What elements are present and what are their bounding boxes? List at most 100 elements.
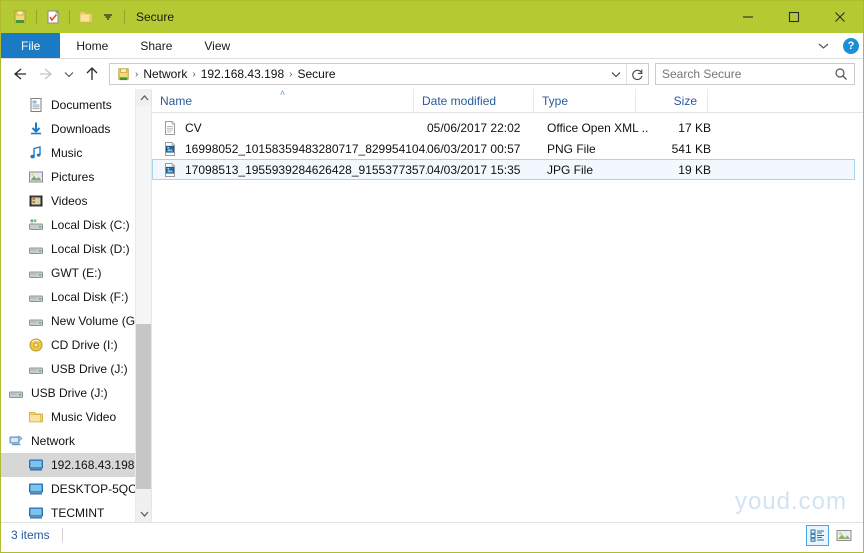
address-field[interactable]: › Network › 192.168.43.198 › Secure — [109, 63, 649, 85]
column-header-name[interactable]: ˄ Name — [152, 89, 414, 113]
tab-home[interactable]: Home — [60, 33, 124, 58]
sidebar-item-label: Documents — [51, 98, 112, 112]
address-dropdown-icon[interactable] — [606, 64, 626, 84]
sidebar-item-network[interactable]: Network — [1, 429, 151, 453]
ribbon-tabs: File Home Share View ? — [1, 33, 863, 59]
sidebar-item-label: Music — [51, 146, 83, 160]
search-box[interactable] — [655, 63, 855, 85]
sidebar-item-cd-drive-i[interactable]: CD Drive (I:) — [1, 333, 151, 357]
sidebar-item-pictures[interactable]: Pictures — [1, 165, 151, 189]
new-folder-icon[interactable] — [75, 6, 97, 28]
up-button[interactable] — [79, 61, 105, 87]
breadcrumb-sep-0: › — [135, 68, 139, 80]
column-header-size-label: Size — [673, 93, 697, 108]
chevron-down-icon[interactable] — [812, 42, 835, 50]
computer-icon — [27, 456, 45, 474]
column-header-name-label: Name — [160, 93, 193, 108]
quick-access-toolbar: Secure — [1, 6, 174, 28]
forward-button[interactable] — [33, 61, 59, 87]
scroll-up-icon[interactable] — [136, 89, 151, 106]
minimize-button[interactable] — [725, 1, 771, 33]
videos-icon — [27, 192, 45, 210]
window-title: Secure — [136, 10, 175, 24]
watermark: youd.com — [734, 488, 847, 515]
status-bar: 3 items — [1, 522, 863, 547]
save-icon[interactable] — [9, 6, 31, 28]
sidebar-item-music[interactable]: Music — [1, 141, 151, 165]
back-button[interactable] — [7, 61, 33, 87]
close-button[interactable] — [817, 1, 863, 33]
tab-file[interactable]: File — [1, 33, 61, 58]
file-date-cell: 04/03/2017 15:35 — [427, 162, 521, 177]
help-icon[interactable]: ? — [843, 38, 859, 54]
search-input[interactable] — [662, 67, 834, 81]
sidebar-item-gwt-e[interactable]: GWT (E:) — [1, 261, 151, 285]
sidebar-item-label: Videos — [51, 194, 88, 208]
sort-ascending-icon: ˄ — [279, 89, 286, 98]
file-name-cell: CV — [185, 120, 202, 135]
maximize-button[interactable] — [771, 1, 817, 33]
file-name-cell: 17098513_1955939284626428_9155377357... — [185, 162, 427, 177]
drive-icon — [27, 240, 45, 258]
recent-locations-button[interactable] — [59, 61, 79, 87]
sidebar-item-label: Network — [31, 434, 76, 448]
breadcrumb-item-host[interactable]: 192.168.43.198 — [198, 67, 287, 81]
sidebar-item-label: DESKTOP-5QCN — [51, 482, 146, 496]
sidebar-item-label: CD Drive (I:) — [51, 338, 118, 352]
sidebar-item-local-disk-c[interactable]: Local Disk (C:) — [1, 213, 151, 237]
sidebar-item-label: USB Drive (J:) — [31, 386, 108, 400]
image-file-icon — [159, 162, 181, 178]
scroll-down-icon[interactable] — [136, 505, 151, 522]
sidebar-item-label: TECMINT — [51, 506, 105, 520]
sidebar-item-music-video[interactable]: Music Video — [1, 405, 151, 429]
tab-view[interactable]: View — [188, 33, 246, 58]
sidebar-item-tecmint[interactable]: TECMINT — [1, 501, 151, 522]
image-file-icon — [159, 141, 181, 157]
search-icon[interactable] — [834, 67, 848, 81]
item-count-label: 3 items — [11, 528, 50, 542]
window-controls — [725, 1, 863, 33]
sidebar-item-local-disk-f[interactable]: Local Disk (F:) — [1, 285, 151, 309]
sidebar-item-usb-drive-j[interactable]: USB Drive (J:) — [1, 381, 151, 405]
drive-icon — [27, 360, 45, 378]
details-view-button[interactable] — [806, 525, 829, 546]
properties-icon[interactable] — [42, 6, 64, 28]
sidebar-item-desktop-5qcn[interactable]: DESKTOP-5QCN — [1, 477, 151, 501]
breadcrumb-item-secure[interactable]: Secure — [294, 67, 338, 81]
sidebar-item-videos[interactable]: Videos — [1, 189, 151, 213]
sidebar-item-local-disk-d[interactable]: Local Disk (D:) — [1, 237, 151, 261]
table-row[interactable]: CV 05/06/2017 22:02 Office Open XML ... 17 … — [152, 117, 855, 138]
file-explorer-window: Secure File Home Share View ? › Network … — [0, 0, 864, 553]
downloads-icon — [27, 120, 45, 138]
column-header-date-modified[interactable]: Date modified — [414, 89, 534, 113]
cd-drive-icon — [27, 336, 45, 354]
breadcrumb-item-network[interactable]: Network — [140, 67, 190, 81]
drive-icon — [27, 288, 45, 306]
sidebar-item-192-168-43-198[interactable]: 192.168.43.198 — [1, 453, 151, 477]
sidebar-scrollbar[interactable] — [135, 89, 151, 522]
address-bar: › Network › 192.168.43.198 › Secure — [1, 59, 863, 89]
column-header-type[interactable]: Type — [534, 89, 636, 113]
file-type-cell: JPG File — [547, 162, 594, 177]
large-icons-view-button[interactable] — [832, 525, 855, 546]
sidebar-item-usb-drive-j[interactable]: USB Drive (J:) — [1, 357, 151, 381]
customize-chevron-icon[interactable] — [97, 6, 119, 28]
navigation-pane: Documents Downloads Music Pictures Videos Loc… — [1, 89, 151, 522]
sidebar-item-label: GWT (E:) — [51, 266, 102, 280]
explorer-body: Documents Downloads Music Pictures Videos Loc… — [1, 89, 863, 522]
refresh-icon[interactable] — [626, 64, 648, 84]
table-row[interactable]: 17098513_1955939284626428_9155377357... 0… — [152, 159, 855, 180]
sidebar-item-documents[interactable]: Documents — [1, 93, 151, 117]
file-rows: CV 05/06/2017 22:02 Office Open XML ... 17 … — [152, 113, 863, 180]
tab-share[interactable]: Share — [124, 33, 188, 58]
file-size-cell: 19 KB — [678, 162, 711, 177]
sidebar-item-new-volume-g[interactable]: New Volume (G: — [1, 309, 151, 333]
drive-icon — [27, 264, 45, 282]
scrollbar-thumb[interactable] — [136, 324, 151, 489]
file-size-cell: 17 KB — [678, 120, 711, 135]
column-header-size[interactable]: Size — [636, 89, 708, 113]
status-separator — [61, 528, 63, 542]
sidebar-item-downloads[interactable]: Downloads — [1, 117, 151, 141]
table-row[interactable]: 16998052_10158359483280717_829954104... 0… — [152, 138, 855, 159]
computer-icon — [27, 504, 45, 522]
